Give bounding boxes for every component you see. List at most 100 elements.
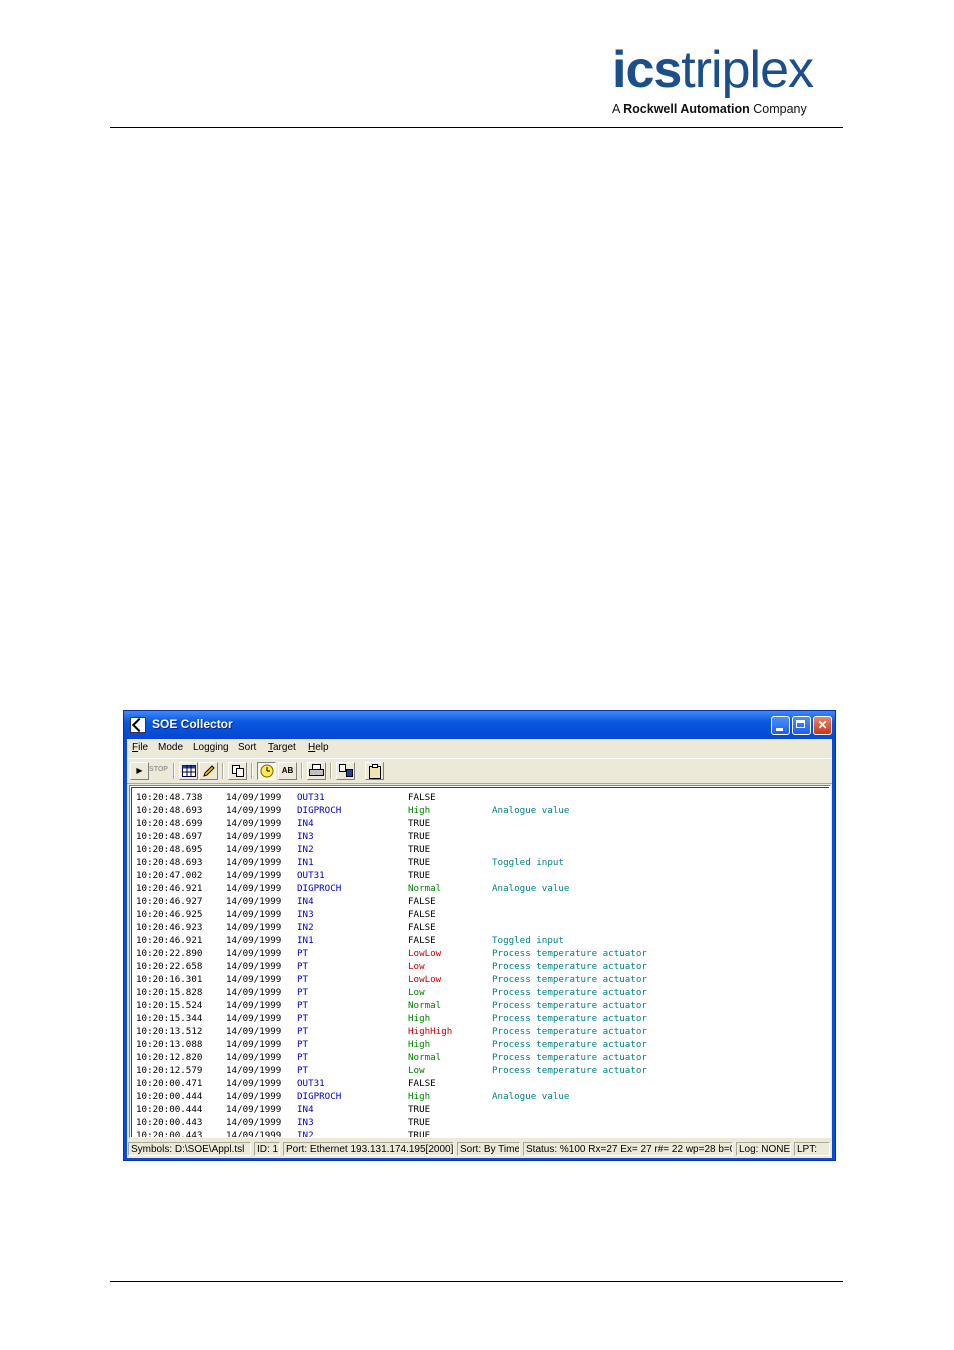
event-value: TRUE: [408, 1117, 431, 1128]
event-symbol: OUT31: [297, 1078, 325, 1089]
event-time: 10:20:48.693: [136, 857, 203, 868]
title-bar[interactable]: SOE Collector ✕: [124, 711, 835, 739]
event-date: 14/09/1999: [226, 935, 282, 946]
toolbar: ▶ STOP AB: [127, 758, 832, 784]
grid-button[interactable]: [179, 762, 198, 780]
event-date: 14/09/1999: [226, 1130, 282, 1138]
menu-help[interactable]: Help: [308, 742, 329, 753]
status-status: Status: %100 Rx=27 Ex= 27 r#= 22 wp=28 b…: [523, 1142, 733, 1156]
event-value: FALSE: [408, 896, 436, 907]
network-button[interactable]: [336, 762, 355, 780]
copy-icon: [231, 765, 244, 777]
close-button[interactable]: ✕: [813, 716, 832, 735]
stop-label: STOP: [149, 766, 168, 773]
menu-bar: File Mode Logging Sort Target Help: [127, 739, 832, 757]
menu-sort[interactable]: Sort: [238, 742, 256, 753]
pencil-icon: [202, 765, 215, 777]
event-description: Process temperature actuator: [492, 948, 647, 959]
event-date: 14/09/1999: [226, 870, 282, 881]
minimize-button[interactable]: [771, 716, 790, 735]
start-button[interactable]: ▶: [130, 762, 149, 780]
event-time: 10:20:48.693: [136, 805, 203, 816]
menu-mode-label: Mode: [158, 742, 184, 753]
stop-button[interactable]: STOP: [149, 762, 168, 780]
event-value: TRUE: [408, 818, 431, 829]
event-time: 10:20:12.579: [136, 1065, 203, 1076]
event-value: LowLow: [408, 948, 442, 959]
event-time: 10:20:48.699: [136, 818, 203, 829]
menu-logging[interactable]: Logging: [193, 742, 229, 753]
clipboard-button[interactable]: [365, 762, 384, 780]
event-time: 10:20:15.344: [136, 1013, 203, 1024]
menu-file-label: ile: [138, 742, 149, 753]
edit-button[interactable]: [199, 762, 218, 780]
event-description: Analogue value: [492, 883, 570, 894]
event-description: Process temperature actuator: [492, 1065, 647, 1076]
menu-mode[interactable]: Mode: [158, 742, 183, 753]
event-value: LowLow: [408, 974, 442, 985]
event-symbol: IN2: [297, 922, 314, 933]
event-symbol: OUT31: [297, 870, 325, 881]
copy-button[interactable]: [228, 762, 247, 780]
status-lpt: LPT:: [794, 1142, 830, 1156]
event-date: 14/09/1999: [226, 883, 282, 894]
event-time: 10:20:46.927: [136, 896, 203, 907]
event-value: High: [408, 805, 431, 816]
menu-help-label: elp: [315, 742, 329, 753]
event-time: 10:20:00.471: [136, 1078, 203, 1089]
event-time: 10:20:16.301: [136, 974, 203, 985]
event-date: 14/09/1999: [226, 1117, 282, 1128]
event-description: Process temperature actuator: [492, 961, 647, 972]
event-symbol: IN3: [297, 831, 314, 842]
print-button[interactable]: [307, 762, 326, 780]
event-value: FALSE: [408, 922, 436, 933]
event-value: FALSE: [408, 1078, 436, 1089]
network-icon: [338, 764, 353, 777]
event-value: Normal: [408, 1052, 442, 1063]
event-description: Process temperature actuator: [492, 1039, 647, 1050]
event-symbol: PT: [297, 987, 309, 998]
menu-file[interactable]: File: [132, 742, 148, 753]
event-symbol: PT: [297, 1039, 309, 1050]
event-time: 10:20:48.695: [136, 844, 203, 855]
app-icon[interactable]: [130, 717, 146, 733]
event-value: Normal: [408, 1000, 442, 1011]
time-button[interactable]: [257, 762, 276, 780]
event-time: 10:20:46.923: [136, 922, 203, 933]
event-date: 14/09/1999: [226, 792, 282, 803]
window-client: File Mode Logging Sort Target Help ▶ STO…: [127, 739, 832, 1158]
event-time: 10:20:48.697: [136, 831, 203, 842]
toolbar-separator: [301, 763, 303, 779]
tagline-brand: Rockwell Automation: [623, 102, 750, 116]
event-value: TRUE: [408, 1130, 431, 1138]
footer-rule: [110, 1281, 843, 1282]
sort-alpha-button[interactable]: AB: [278, 762, 297, 780]
menu-target[interactable]: Target: [268, 742, 296, 753]
event-description: Toggled input: [492, 857, 564, 868]
event-list[interactable]: 10:20:48.738 14/09/1999 OUT31 FALSE 10:20:48…: [129, 785, 831, 1138]
event-description: Process temperature actuator: [492, 1013, 647, 1024]
event-date: 14/09/1999: [226, 961, 282, 972]
event-date: 14/09/1999: [226, 1000, 282, 1011]
event-symbol: IN4: [297, 818, 314, 829]
event-symbol: PT: [297, 1065, 309, 1076]
clipboard-icon: [368, 764, 381, 779]
event-value: High: [408, 1013, 431, 1024]
event-value: TRUE: [408, 1104, 431, 1115]
logo-wordmark: icstriplex: [612, 42, 814, 98]
event-description: Process temperature actuator: [492, 987, 647, 998]
event-date: 14/09/1999: [226, 1013, 282, 1024]
status-sort: Sort: By Time: [457, 1142, 520, 1156]
event-date: 14/09/1999: [226, 857, 282, 868]
toolbar-separator: [222, 763, 224, 779]
event-value: Normal: [408, 883, 442, 894]
event-time: 10:20:46.921: [136, 935, 203, 946]
event-description: Toggled input: [492, 935, 564, 946]
toolbar-separator: [251, 763, 253, 779]
event-symbol: PT: [297, 1026, 309, 1037]
toolbar-separator: [173, 763, 175, 779]
maximize-button[interactable]: [792, 716, 811, 735]
event-date: 14/09/1999: [226, 1091, 282, 1102]
event-value: TRUE: [408, 870, 431, 881]
event-date: 14/09/1999: [226, 974, 282, 985]
